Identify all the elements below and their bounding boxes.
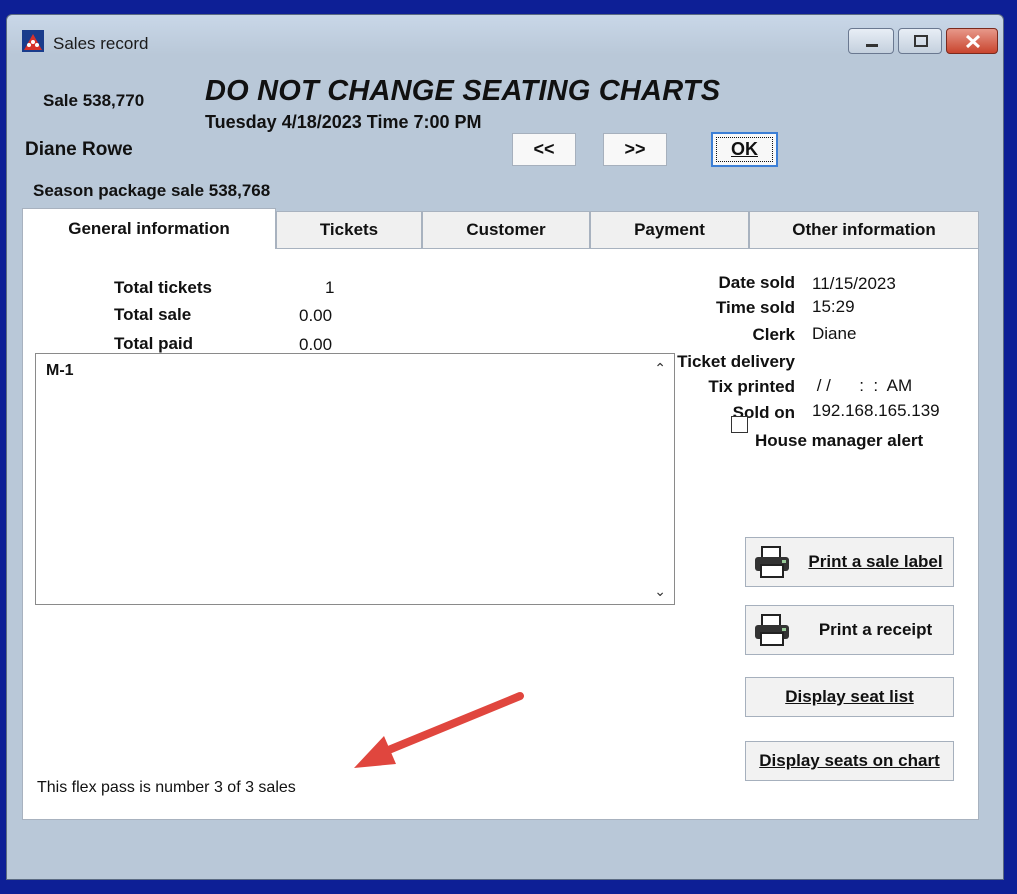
display-seats-on-chart-text: Display seats on chart xyxy=(759,751,940,770)
tix-printed-label: Tix printed xyxy=(708,377,795,396)
printer-icon xyxy=(755,546,789,578)
seat-list-text: M-1 xyxy=(46,362,74,379)
clerk-value: Diane xyxy=(812,324,857,343)
sold-on-label: Sold on xyxy=(732,403,795,422)
time-sold-value: 15:29 xyxy=(812,297,855,316)
date-sold-value: 11/15/2023 xyxy=(812,274,896,293)
total-sale-label: Total sale xyxy=(114,305,192,324)
display-seat-list-button[interactable]: Display seat list xyxy=(745,677,954,717)
tab-label: Payment xyxy=(634,220,705,239)
total-tickets-label: Total tickets xyxy=(114,278,212,297)
next-sale-button[interactable]: >> xyxy=(603,133,667,166)
seat-list-box[interactable]: M-1 ⌃ ⌄ xyxy=(35,353,675,605)
print-receipt-button[interactable]: Print a receipt xyxy=(745,605,954,655)
display-seat-list-text: Display seat list xyxy=(785,687,914,706)
date-sold-label: Date sold xyxy=(718,273,795,292)
season-package-sale: Season package sale 538,768 xyxy=(33,181,271,200)
maximize-icon xyxy=(914,35,928,47)
house-manager-alert-checkbox[interactable] xyxy=(731,416,748,433)
scroll-down-icon[interactable]: ⌄ xyxy=(654,583,666,600)
house-manager-alert-label: House manager alert xyxy=(755,431,924,450)
sold-on-value: 192.168.165.139 xyxy=(812,401,940,420)
app-icon xyxy=(22,30,44,52)
tab-other-information[interactable]: Other information xyxy=(749,211,979,248)
event-title: DO NOT CHANGE SEATING CHARTS xyxy=(205,75,721,107)
total-sale-value: 0.00 xyxy=(299,306,333,325)
close-button[interactable] xyxy=(946,28,998,54)
tix-printed-value: / / : : AM xyxy=(812,376,913,395)
ticket-delivery-label: Ticket delivery xyxy=(677,352,795,371)
title-bar[interactable]: Sales record xyxy=(7,15,1003,55)
tab-tickets[interactable]: Tickets xyxy=(276,211,422,248)
tab-label: Customer xyxy=(466,220,546,239)
total-paid-label: Total paid xyxy=(114,334,194,353)
minimize-icon xyxy=(866,44,878,47)
print-sale-label-text: Print a sale label xyxy=(808,552,943,571)
clerk-label: Clerk xyxy=(752,325,795,344)
print-sale-label-button[interactable]: Print a sale label xyxy=(745,537,954,587)
tab-label: Other information xyxy=(792,220,936,239)
ok-button[interactable]: OK xyxy=(711,132,778,167)
previous-sale-button[interactable]: << xyxy=(512,133,576,166)
tab-general-information[interactable]: General information xyxy=(22,208,276,249)
ok-button-label: OK xyxy=(731,139,758,159)
tab-label: Tickets xyxy=(319,220,379,239)
print-receipt-text: Print a receipt xyxy=(818,620,933,639)
time-sold-label: Time sold xyxy=(715,298,795,317)
annotation-arrow-icon xyxy=(354,692,524,768)
sale-number: Sale 538,770 xyxy=(43,91,145,110)
window-title: Sales record xyxy=(53,34,149,53)
event-date: Tuesday 4/18/2023 Time 7:00 PM xyxy=(205,112,482,132)
total-tickets-value: 1 xyxy=(325,278,335,297)
customer-name: Diane Rowe xyxy=(25,139,133,160)
close-icon xyxy=(965,34,981,49)
printer-icon xyxy=(755,614,789,646)
desktop: Sales record Sale 538,770 DO NOT CHANGE … xyxy=(0,0,1017,894)
minimize-button[interactable] xyxy=(848,28,894,54)
tab-label: General information xyxy=(68,219,230,238)
maximize-button[interactable] xyxy=(898,28,942,54)
flex-pass-note: This flex pass is number 3 of 3 sales xyxy=(37,779,296,796)
display-seats-on-chart-button[interactable]: Display seats on chart xyxy=(745,741,954,781)
tab-payment[interactable]: Payment xyxy=(590,211,749,248)
tab-customer[interactable]: Customer xyxy=(422,211,590,248)
total-paid-value: 0.00 xyxy=(299,335,333,354)
